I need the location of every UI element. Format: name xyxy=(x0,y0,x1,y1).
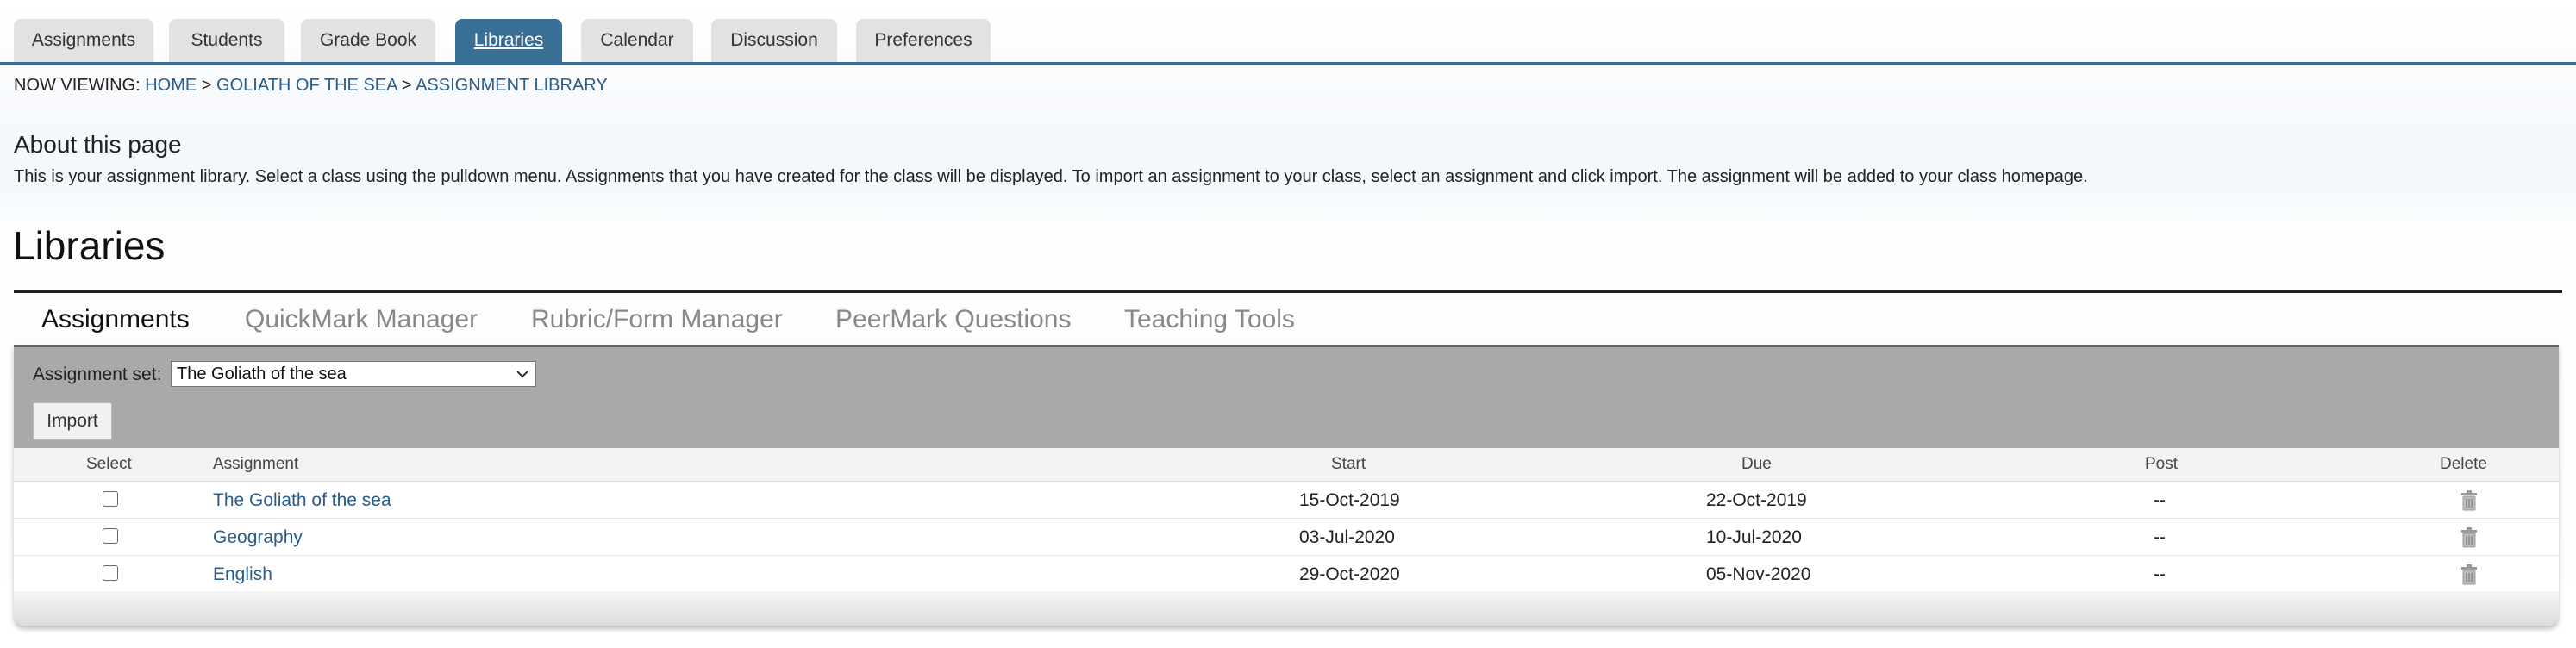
controls-bar: Assignment set: The Goliath of the sea I… xyxy=(14,345,2559,451)
main-nav-tabs: Assignments Students Grade Book Librarie… xyxy=(0,0,2576,65)
header-due: Due xyxy=(1741,455,1772,473)
header-delete: Delete xyxy=(2440,455,2487,473)
start-date: 15-Oct-2019 xyxy=(1299,490,1400,510)
tab-assignments[interactable]: Assignments xyxy=(14,19,153,62)
assignment-link[interactable]: The Goliath of the sea xyxy=(213,490,391,511)
chevron-down-icon xyxy=(515,362,530,395)
about-title: About this page xyxy=(14,131,182,158)
subtab-teaching-tools[interactable]: Teaching Tools xyxy=(1124,305,1295,334)
table-row: English 29-Oct-2020 05-Nov-2020 -- xyxy=(14,556,2559,593)
select-checkbox[interactable] xyxy=(103,565,118,581)
subtab-peermark-questions[interactable]: PeerMark Questions xyxy=(835,305,1071,334)
table-row: Geography 03-Jul-2020 10-Jul-2020 -- xyxy=(14,519,2559,556)
assignment-set-select[interactable]: The Goliath of the sea xyxy=(171,361,536,387)
about-text: This is your assignment library. Select … xyxy=(14,167,2088,186)
due-date: 10-Jul-2020 xyxy=(1706,527,1802,547)
trash-icon[interactable] xyxy=(2460,527,2479,548)
table-header: Select Assignment Start Due Post Delete xyxy=(14,448,2559,482)
library-subtabs: Assignments QuickMark Manager Rubric/For… xyxy=(14,290,2562,348)
tab-discussion[interactable]: Discussion xyxy=(711,19,837,62)
header-assignment: Assignment xyxy=(213,455,299,473)
trash-icon[interactable] xyxy=(2460,564,2479,585)
trash-icon[interactable] xyxy=(2460,490,2479,511)
import-button[interactable]: Import xyxy=(33,402,112,440)
breadcrumb-separator: > xyxy=(201,76,212,95)
subtab-assignments[interactable]: Assignments xyxy=(41,305,190,334)
breadcrumb-home-link[interactable]: HOME xyxy=(145,76,197,95)
header-select: Select xyxy=(86,455,132,473)
breadcrumb: NOW VIEWING: HOME > GOLIATH OF THE SEA >… xyxy=(14,76,608,96)
subtab-rubric-form-manager[interactable]: Rubric/Form Manager xyxy=(531,305,783,334)
header-start: Start xyxy=(1331,455,1366,473)
tab-students[interactable]: Students xyxy=(169,19,284,62)
assignment-link[interactable]: Geography xyxy=(213,527,303,548)
breadcrumb-prefix: NOW VIEWING: xyxy=(14,76,141,95)
table-row: The Goliath of the sea 15-Oct-2019 22-Oc… xyxy=(14,482,2559,519)
tab-libraries[interactable]: Libraries xyxy=(455,19,562,62)
tab-calendar[interactable]: Calendar xyxy=(581,19,693,62)
breadcrumb-separator: > xyxy=(401,76,412,95)
subtab-quickmark-manager[interactable]: QuickMark Manager xyxy=(245,305,478,334)
assignment-link[interactable]: English xyxy=(213,564,272,585)
tab-preferences[interactable]: Preferences xyxy=(856,19,991,62)
breadcrumb-class-link[interactable]: GOLIATH OF THE SEA xyxy=(216,76,397,95)
page-title: Libraries xyxy=(13,223,166,268)
header-post: Post xyxy=(2145,455,2179,473)
assignment-set-label: Assignment set: xyxy=(33,364,162,384)
assignment-library-panel: Assignment set: The Goliath of the sea I… xyxy=(14,345,2559,626)
due-date: 22-Oct-2019 xyxy=(1706,490,1807,510)
post-value: -- xyxy=(2154,490,2166,510)
assignment-set-value: The Goliath of the sea xyxy=(177,364,347,383)
tab-grade-book[interactable]: Grade Book xyxy=(301,19,435,62)
due-date: 05-Nov-2020 xyxy=(1706,564,1811,584)
select-checkbox[interactable] xyxy=(103,528,118,544)
select-checkbox[interactable] xyxy=(103,491,118,507)
post-value: -- xyxy=(2154,527,2166,547)
breadcrumb-library-link[interactable]: ASSIGNMENT LIBRARY xyxy=(416,76,608,95)
post-value: -- xyxy=(2154,564,2166,584)
start-date: 29-Oct-2020 xyxy=(1299,564,1400,584)
panel-footer xyxy=(14,591,2559,626)
start-date: 03-Jul-2020 xyxy=(1299,527,1395,547)
